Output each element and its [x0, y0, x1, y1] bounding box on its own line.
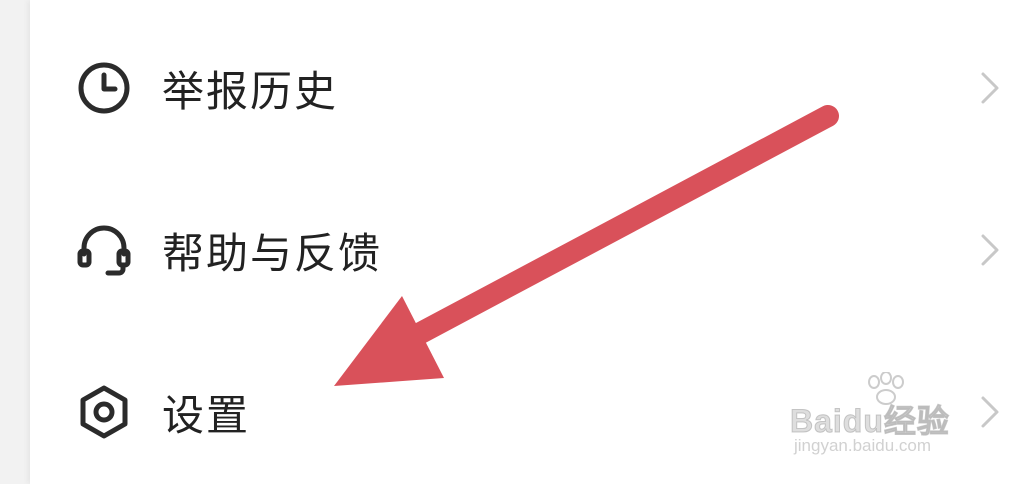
menu-item-report-history[interactable]: 举报历史 [30, 28, 1028, 148]
clock-icon [74, 58, 134, 118]
chevron-right-icon [974, 68, 1004, 108]
watermark-url: jingyan.baidu.com [794, 436, 932, 455]
hexagon-settings-icon [74, 382, 134, 442]
baidu-jingyan-watermark: Baidu经验 jingyan.baidu.com [786, 370, 986, 470]
headset-icon [74, 220, 134, 280]
chevron-right-icon [974, 230, 1004, 270]
menu-item-label: 帮助与反馈 [162, 228, 383, 278]
menu-item-help-feedback[interactable]: 帮助与反馈 [30, 190, 1028, 310]
menu-item-label: 举报历史 [162, 66, 339, 116]
menu-item-label: 设置 [162, 390, 251, 440]
